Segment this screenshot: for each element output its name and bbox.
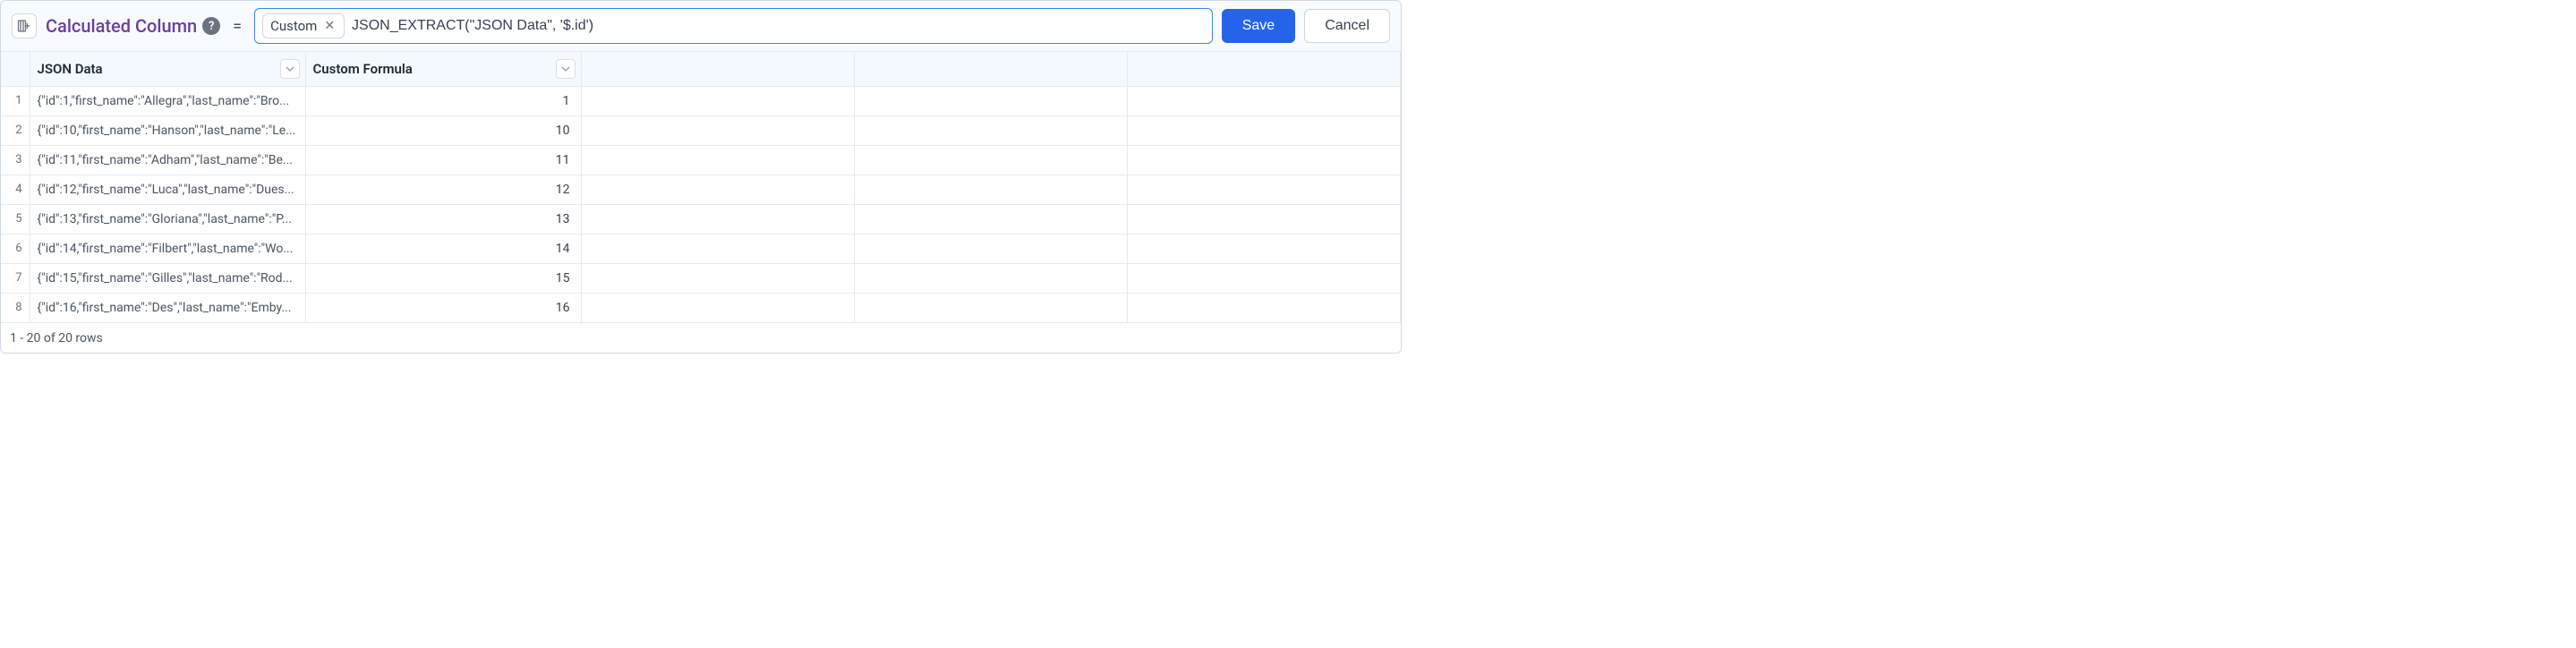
formula-result-cell[interactable]: 11 — [305, 145, 581, 175]
column-header-blank — [1127, 52, 1400, 86]
blank-cell — [581, 293, 854, 322]
data-table-wrap: JSON Data Custom Formula — [1, 52, 1401, 324]
json-data-cell[interactable]: {"id":13,"first_name":"Gloriana","last_n… — [30, 204, 305, 234]
row-count-label: 1 - 20 of 20 rows — [10, 331, 103, 345]
formula-result-cell[interactable]: 15 — [305, 263, 581, 293]
blank-cell — [1127, 175, 1400, 204]
json-data-cell[interactable]: {"id":1,"first_name":"Allegra","last_nam… — [30, 86, 305, 115]
blank-cell — [581, 86, 854, 115]
help-icon[interactable]: ? — [202, 17, 220, 35]
page-title: Calculated Column ? — [46, 15, 220, 37]
column-header-json[interactable]: JSON Data — [30, 52, 305, 86]
column-header-formula-label: Custom Formula — [313, 61, 413, 77]
table-row: 5{"id":13,"first_name":"Gloriana","last_… — [1, 204, 1401, 234]
column-menu-formula[interactable] — [556, 59, 576, 79]
table-row: 3{"id":11,"first_name":"Adham","last_nam… — [1, 145, 1401, 175]
json-data-cell[interactable]: {"id":12,"first_name":"Luca","last_name"… — [30, 175, 305, 204]
row-number-cell: 3 — [1, 145, 30, 175]
blank-cell — [1127, 263, 1400, 293]
table-row: 6{"id":14,"first_name":"Filbert","last_n… — [1, 234, 1401, 263]
column-header-blank — [581, 52, 854, 86]
blank-cell — [581, 234, 854, 263]
json-data-cell[interactable]: {"id":16,"first_name":"Des","last_name":… — [30, 293, 305, 322]
row-number-cell: 7 — [1, 263, 30, 293]
save-button[interactable]: Save — [1222, 9, 1295, 43]
row-number-cell: 5 — [1, 204, 30, 234]
chevron-down-icon — [561, 64, 570, 73]
blank-cell — [581, 204, 854, 234]
add-column-icon — [17, 19, 31, 33]
blank-cell — [854, 234, 1127, 263]
blank-cell — [854, 263, 1127, 293]
table-row: 7{"id":15,"first_name":"Gilles","last_na… — [1, 263, 1401, 293]
row-count-footer: 1 - 20 of 20 rows — [1, 324, 1401, 353]
column-header-formula[interactable]: Custom Formula — [305, 52, 581, 86]
formula-result-cell[interactable]: 12 — [305, 175, 581, 204]
blank-cell — [854, 175, 1127, 204]
table-row: 1{"id":1,"first_name":"Allegra","last_na… — [1, 86, 1401, 115]
add-column-button[interactable] — [12, 13, 37, 38]
json-data-cell[interactable]: {"id":10,"first_name":"Hanson","last_nam… — [30, 115, 305, 145]
row-number-cell: 4 — [1, 175, 30, 204]
row-number-cell: 6 — [1, 234, 30, 263]
row-number-header — [1, 52, 30, 86]
column-menu-json[interactable] — [280, 59, 300, 79]
blank-cell — [581, 263, 854, 293]
title-text: Calculated Column — [46, 15, 197, 37]
row-number-cell: 8 — [1, 293, 30, 322]
close-icon[interactable]: ✕ — [322, 19, 337, 33]
chip-label: Custom — [270, 18, 317, 34]
blank-cell — [1127, 145, 1400, 175]
blank-cell — [854, 204, 1127, 234]
formula-result-cell[interactable]: 14 — [305, 234, 581, 263]
row-number-cell: 1 — [1, 86, 30, 115]
blank-cell — [1127, 204, 1400, 234]
blank-cell — [854, 145, 1127, 175]
blank-cell — [581, 145, 854, 175]
formula-result-cell[interactable]: 16 — [305, 293, 581, 322]
column-header-blank — [854, 52, 1127, 86]
row-number-cell: 2 — [1, 115, 30, 145]
equals-sign: = — [229, 17, 245, 36]
json-data-cell[interactable]: {"id":11,"first_name":"Adham","last_name… — [30, 145, 305, 175]
formula-result-cell[interactable]: 1 — [305, 86, 581, 115]
table-row: 2{"id":10,"first_name":"Hanson","last_na… — [1, 115, 1401, 145]
calculated-column-panel: Calculated Column ? = Custom ✕ Save Canc… — [0, 0, 1402, 354]
json-data-cell[interactable]: {"id":15,"first_name":"Gilles","last_nam… — [30, 263, 305, 293]
blank-cell — [1127, 86, 1400, 115]
formula-result-cell[interactable]: 10 — [305, 115, 581, 145]
blank-cell — [1127, 293, 1400, 322]
blank-cell — [1127, 115, 1400, 145]
blank-cell — [581, 115, 854, 145]
data-table: JSON Data Custom Formula — [1, 52, 1401, 323]
formula-bar[interactable]: Custom ✕ — [254, 8, 1213, 44]
formula-type-chip[interactable]: Custom ✕ — [262, 13, 345, 38]
table-row: 4{"id":12,"first_name":"Luca","last_name… — [1, 175, 1401, 204]
cancel-button[interactable]: Cancel — [1304, 9, 1390, 43]
blank-cell — [581, 175, 854, 204]
column-header-json-label: JSON Data — [38, 61, 103, 77]
blank-cell — [854, 293, 1127, 322]
json-data-cell[interactable]: {"id":14,"first_name":"Filbert","last_na… — [30, 234, 305, 263]
blank-cell — [854, 86, 1127, 115]
formula-input[interactable] — [352, 18, 1205, 34]
formula-result-cell[interactable]: 13 — [305, 204, 581, 234]
blank-cell — [854, 115, 1127, 145]
chevron-down-icon — [286, 64, 294, 73]
blank-cell — [1127, 234, 1400, 263]
header-bar: Calculated Column ? = Custom ✕ Save Canc… — [1, 1, 1401, 52]
table-row: 8{"id":16,"first_name":"Des","last_name"… — [1, 293, 1401, 322]
